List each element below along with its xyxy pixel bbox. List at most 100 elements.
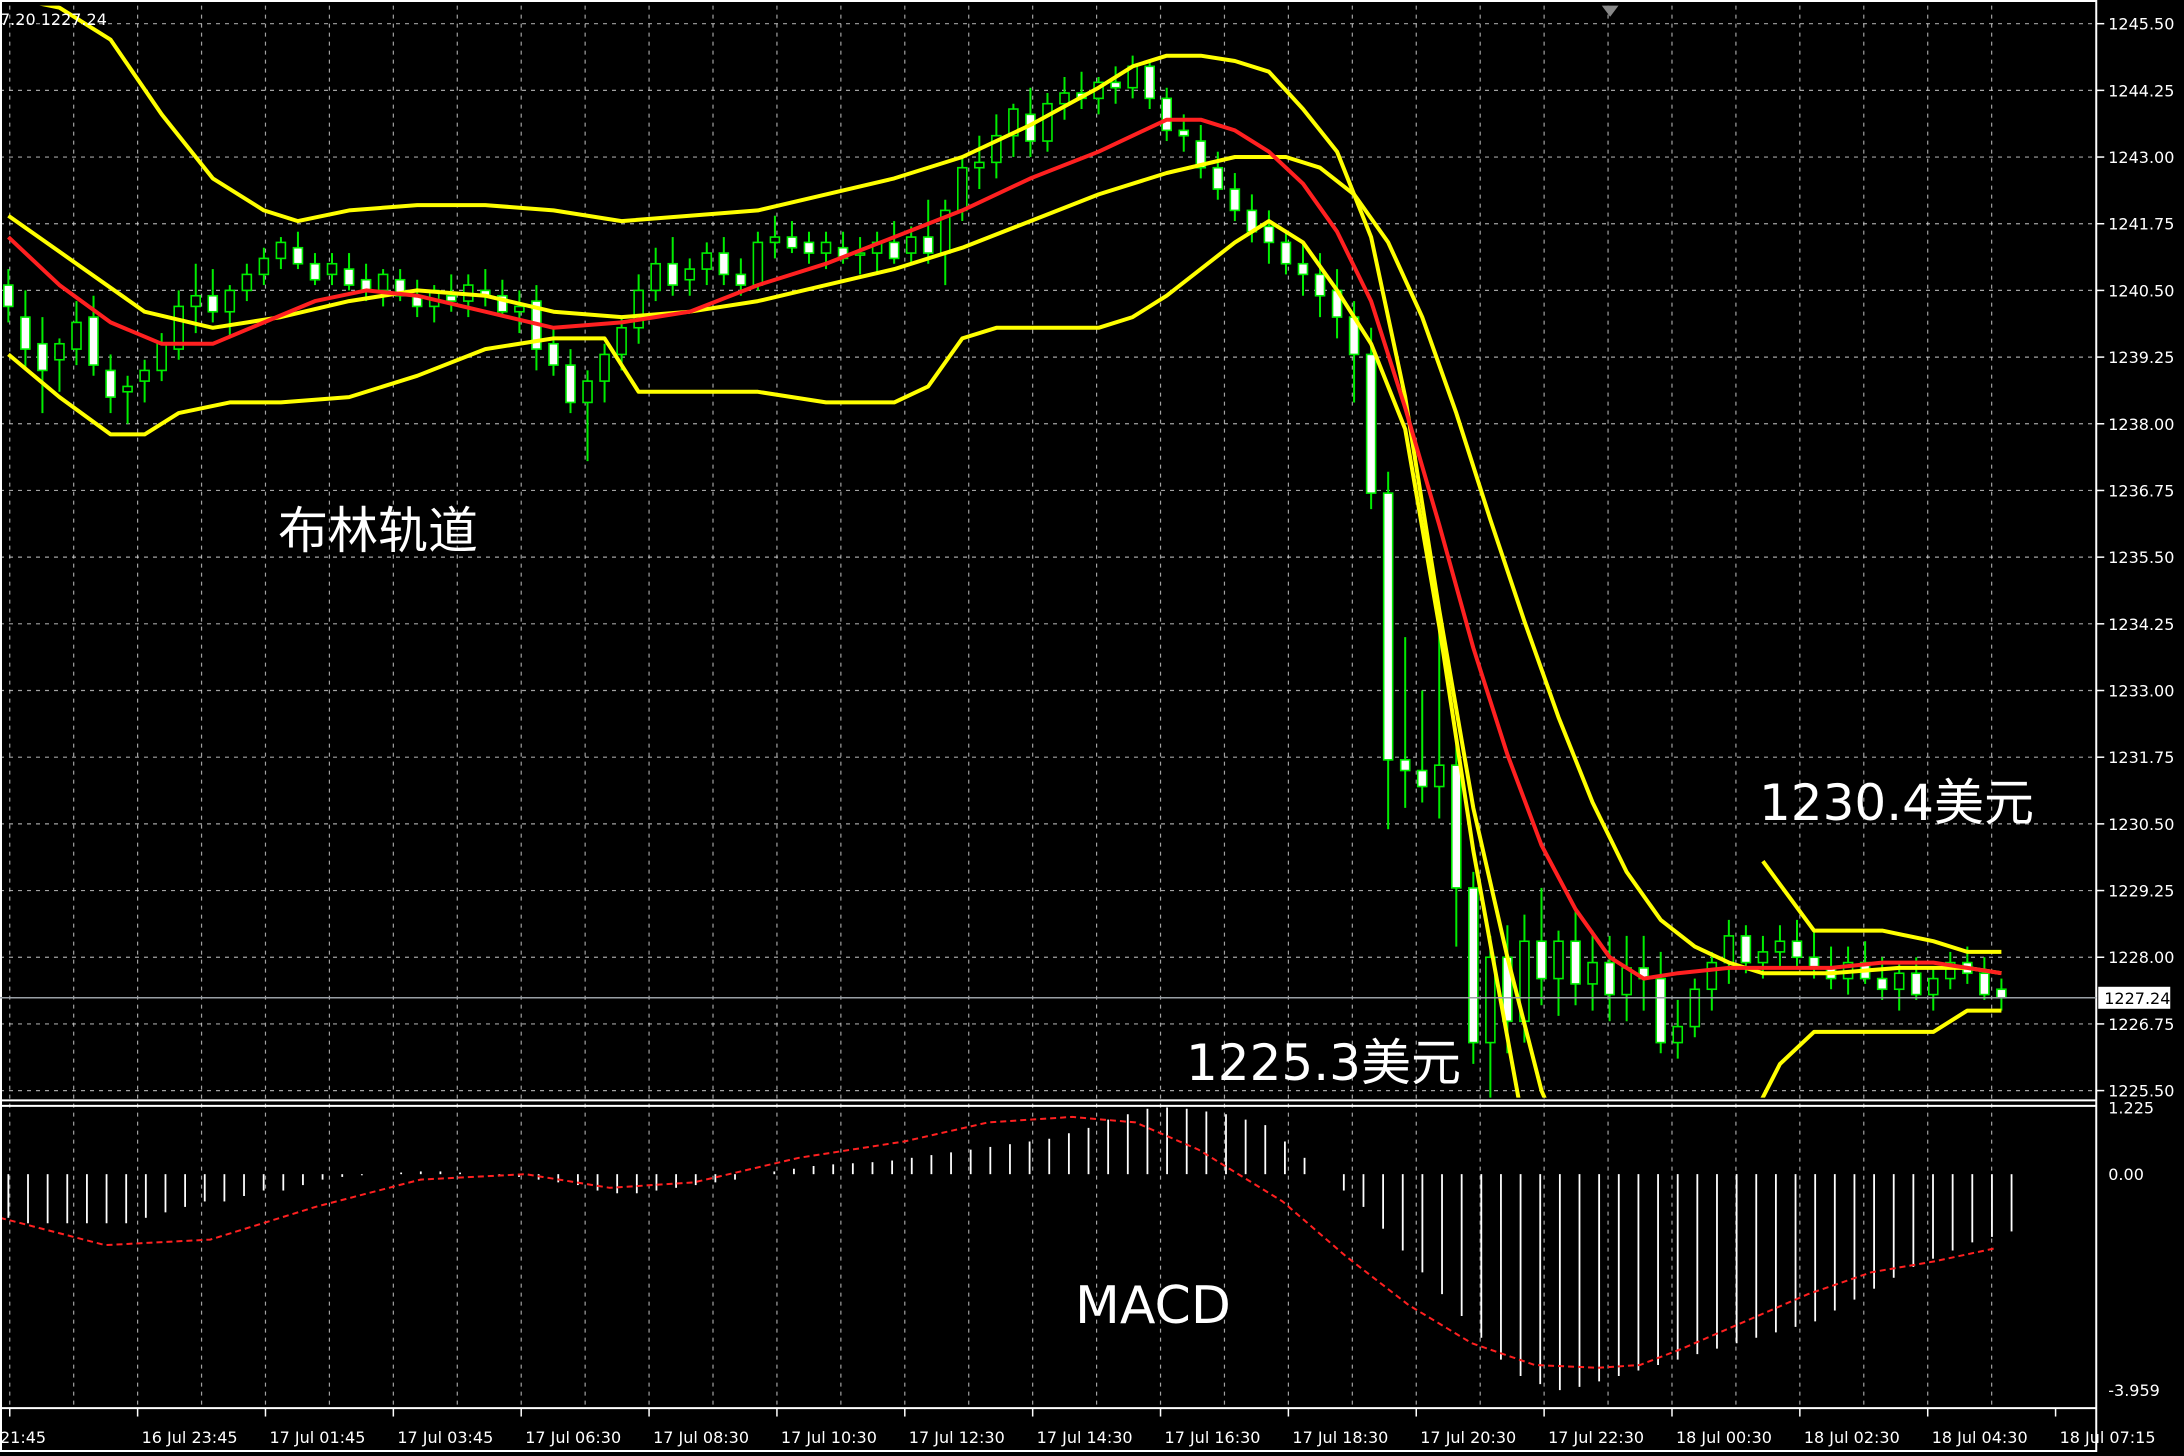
- candle-body-down: [309, 262, 321, 281]
- time-tick-label: 17 Jul 10:30: [781, 1428, 877, 1447]
- candle-body-down: [343, 268, 355, 286]
- candle-body-down: [888, 241, 900, 260]
- candle-body-down: [1297, 262, 1309, 276]
- candle-body-up: [326, 262, 338, 276]
- macd-tick-label: -3.959: [2108, 1381, 2160, 1400]
- candle-body-up: [752, 241, 764, 286]
- time-tick-label: 21:45: [0, 1428, 46, 1447]
- candle-body-up: [616, 326, 627, 356]
- candle-body-up: [224, 289, 236, 313]
- candle-body-down: [1468, 887, 1479, 1044]
- info-line: 7.20 1227.24: [0, 10, 107, 29]
- candle-body-down: [1604, 961, 1615, 996]
- candle-body-down: [1263, 225, 1275, 244]
- candle-body-down: [922, 236, 934, 254]
- price-tick-label: 1234.25: [2108, 615, 2174, 634]
- candle-body-up: [956, 166, 968, 212]
- time-tick-label: 18 Jul 04:30: [1932, 1428, 2028, 1447]
- candle-body-down: [1382, 492, 1394, 761]
- price-tick-label: 1233.00: [2108, 682, 2174, 701]
- candle-body-up: [769, 236, 781, 244]
- candle-body-down: [1280, 241, 1292, 265]
- candle-body-down: [1110, 81, 1121, 89]
- candle-body-down: [786, 236, 798, 249]
- price-tick-label: 1228.00: [2108, 948, 2174, 967]
- background: [0, 0, 2184, 1452]
- candle-body-down: [735, 273, 747, 286]
- candle-body-up: [1689, 988, 1701, 1028]
- trading-chart: 1245.50 1244.25 1243.00 1241.75 1240.50 1239.…: [0, 0, 2184, 1452]
- candle-body-down: [1536, 940, 1547, 980]
- candle-body-up: [974, 161, 985, 169]
- time-tick-label: 17 Jul 22:30: [1548, 1428, 1644, 1447]
- macd-tick-label: 0.00: [2108, 1165, 2144, 1184]
- price-tick-label: 1241.75: [2108, 215, 2174, 234]
- candle-body-up: [1723, 935, 1735, 964]
- candle-body-down: [20, 316, 31, 350]
- candle-body-down: [1740, 935, 1752, 964]
- candle-body-down: [1314, 273, 1326, 297]
- candle-body-up: [1893, 972, 1905, 991]
- candle-body-up: [599, 353, 610, 382]
- price-tick-label: 1245.50: [2108, 15, 2174, 34]
- bollinger-label: 布林轨道: [278, 502, 478, 560]
- candle-body-down: [1791, 940, 1803, 959]
- candle-body-down: [207, 294, 219, 313]
- time-tick-label: 17 Jul 08:30: [653, 1428, 749, 1447]
- time-tick-label: 17 Jul 16:30: [1165, 1428, 1261, 1447]
- chart-canvas: 1245.50 1244.25 1243.00 1241.75 1240.50 1239.…: [0, 0, 2184, 1452]
- candle-body-up: [820, 241, 832, 254]
- candle-body-down: [88, 316, 99, 366]
- candle-body-down: [1655, 977, 1667, 1044]
- candle-body-down: [1996, 988, 2007, 999]
- candle-body-up: [1587, 961, 1598, 985]
- candle-body-down: [1212, 166, 1224, 190]
- price-tick-label: 1230.50: [2108, 815, 2174, 834]
- time-tick-label: 18 Jul 00:30: [1676, 1428, 1772, 1447]
- candle-body-down: [1229, 188, 1241, 212]
- candle-body-down: [803, 241, 815, 254]
- candle-body-down: [1979, 972, 1990, 996]
- candle-body-up: [54, 342, 65, 361]
- candle-body-up: [1553, 940, 1564, 980]
- price-high-note: 1230.4美元: [1759, 774, 2034, 832]
- candle-body-up: [156, 342, 167, 372]
- candle-body-down: [718, 252, 730, 276]
- candle-body-up: [1042, 102, 1053, 142]
- candle-body-up: [1927, 977, 1939, 996]
- candle-body-down: [1399, 759, 1411, 772]
- candle-body-down: [565, 364, 576, 404]
- time-tick-label: 17 Jul 03:45: [397, 1428, 493, 1447]
- price-tick-label: 1243.00: [2108, 148, 2174, 167]
- candle-body-down: [1451, 764, 1462, 889]
- candle-body-down: [1910, 972, 1922, 996]
- time-tick-label: 16 Jul 23:45: [142, 1428, 238, 1447]
- candle-body-up: [1757, 951, 1769, 964]
- time-tick-label: 18 Jul 07:15: [2060, 1428, 2156, 1447]
- price-tick-label: 1226.75: [2108, 1015, 2174, 1034]
- time-tick-label: 17 Jul 06:30: [525, 1428, 621, 1447]
- price-low-note: 1225.3美元: [1186, 1034, 1461, 1092]
- candle-body-down: [3, 284, 14, 308]
- time-tick-label: 17 Jul 12:30: [909, 1428, 1005, 1447]
- candle-body-down: [1570, 940, 1581, 985]
- candle-body-up: [514, 305, 525, 313]
- candle-body-up: [258, 257, 270, 276]
- time-tick-label: 17 Jul 14:30: [1037, 1428, 1133, 1447]
- candle-body-up: [1774, 940, 1786, 953]
- macd-label: MACD: [1075, 1276, 1231, 1336]
- candle-body-down: [1161, 97, 1173, 132]
- candle-body-down: [1876, 977, 1888, 991]
- price-tick-label: 1235.50: [2108, 548, 2174, 567]
- candle-body-up: [1672, 1025, 1684, 1044]
- candle-body-up: [650, 262, 661, 292]
- time-tick-label: 17 Jul 01:45: [269, 1428, 365, 1447]
- price-tick-label: 1236.75: [2108, 481, 2174, 500]
- candle-body-up: [1433, 764, 1445, 788]
- candle-body-up: [582, 380, 593, 404]
- candle-body-up: [905, 236, 917, 254]
- candle-body-up: [275, 241, 287, 260]
- time-tick-label: 17 Jul 18:30: [1292, 1428, 1388, 1447]
- candle-body-up: [190, 294, 202, 308]
- price-tick-label: 1231.75: [2108, 748, 2174, 767]
